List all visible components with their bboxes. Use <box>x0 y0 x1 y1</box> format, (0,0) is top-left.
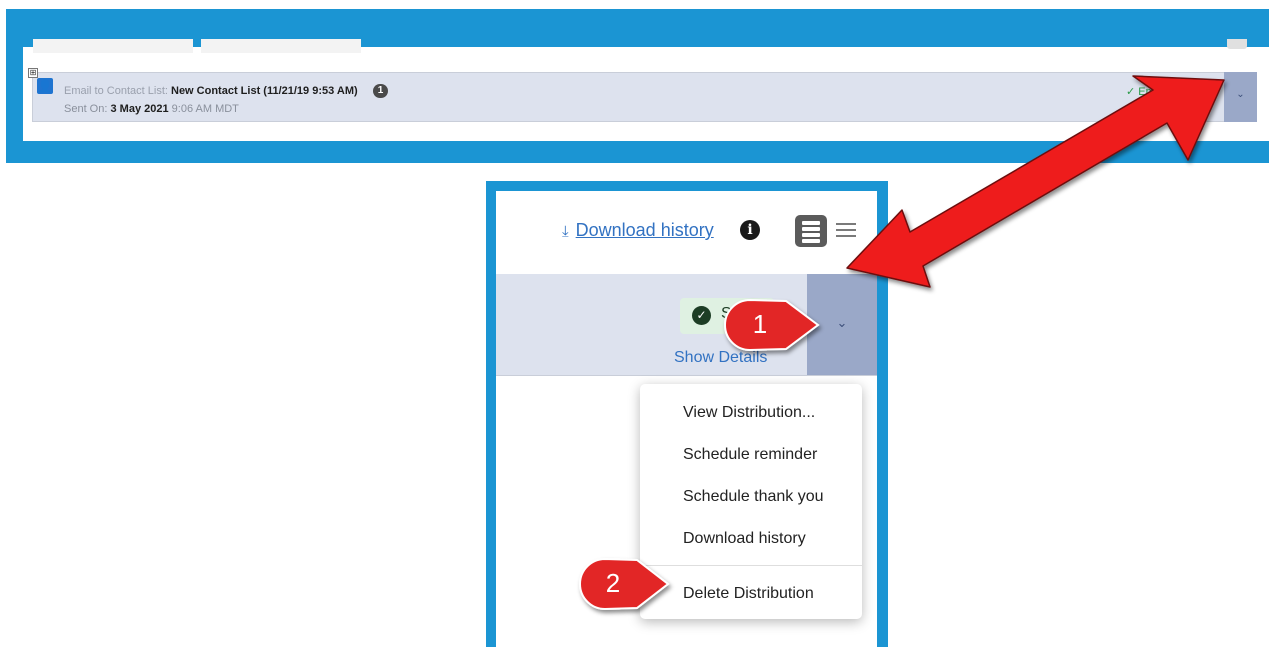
info-icon[interactable]: i <box>740 220 760 240</box>
zoomed-panel: ⤓ Download history i ✓ Sent Show Details … <box>496 191 877 647</box>
chevron-down-icon: ⌄ <box>1236 89 1245 100</box>
distribution-type-label: Email to Contact List: <box>64 84 168 97</box>
distribution-title: Email to Contact List: New Contact List … <box>64 84 389 98</box>
download-history-label: Download history <box>575 220 714 240</box>
card-view-icon[interactable] <box>795 215 827 247</box>
user-icon: 👤 <box>37 78 53 94</box>
chevron-down-icon: ⌄ <box>836 316 848 331</box>
recipient-count-badge: 1 <box>372 84 389 98</box>
menu-item-schedule-thank-you[interactable]: Schedule thank you <box>640 476 862 518</box>
email-sent-label: Email Sent <box>1138 86 1192 98</box>
distribution-row-zoomed[interactable]: ✓ Sent Show Details ⌄ <box>496 274 877 376</box>
contact-list-name: New Contact List (11/21/19 9:53 AM) <box>171 84 358 97</box>
row-dropdown-button[interactable]: ⌄ <box>1224 72 1257 122</box>
show-details-link[interactable]: Show Details <box>674 349 767 367</box>
zoomed-screenshot-frame: ⤓ Download history i ✓ Sent Show Details … <box>486 181 888 647</box>
row-dropdown-button[interactable]: ⌄ <box>807 274 877 375</box>
tab-placeholder <box>33 39 193 53</box>
actions-menu: View Distribution... Schedule reminder S… <box>640 384 862 619</box>
status-badge: ✓ Sent <box>680 298 774 334</box>
sent-on-label: Sent On: <box>64 103 108 115</box>
distribution-list-panel: ⊞ 👤 Email to Contact List: New Contact L… <box>23 39 1269 141</box>
tab-placeholder <box>201 39 361 53</box>
menu-item-download-history[interactable]: Download history <box>640 518 862 560</box>
check-circle-icon: ✓ <box>692 306 711 325</box>
email-sent-status: ✓ Email Sent <box>1126 85 1191 98</box>
status-label: Sent <box>721 305 754 322</box>
sent-on-time: 9:06 AM MDT <box>171 103 239 115</box>
check-icon: ✓ <box>1126 86 1136 98</box>
menu-item-delete-distribution[interactable]: Delete Distribution <box>640 573 862 615</box>
menu-divider <box>640 565 862 566</box>
sent-on-line: Sent On: 3 May 2021 9:06 AM MDT <box>64 103 239 115</box>
menu-item-schedule-reminder[interactable]: Schedule reminder <box>640 434 862 476</box>
list-view-icon[interactable] <box>836 221 856 239</box>
download-icon: ⤓ <box>562 223 569 240</box>
distribution-row[interactable]: ⊞ 👤 Email to Contact List: New Contact L… <box>28 68 1257 122</box>
download-history-link[interactable]: ⤓ Download history <box>562 220 714 241</box>
toolbar-corner <box>1227 39 1247 49</box>
top-screenshot-frame: ⊞ 👤 Email to Contact List: New Contact L… <box>6 9 1269 163</box>
expand-icon[interactable]: ⊞ <box>28 68 38 78</box>
menu-item-view-distribution[interactable]: View Distribution... <box>640 392 862 434</box>
sent-on-date: 3 May 2021 <box>110 103 169 115</box>
